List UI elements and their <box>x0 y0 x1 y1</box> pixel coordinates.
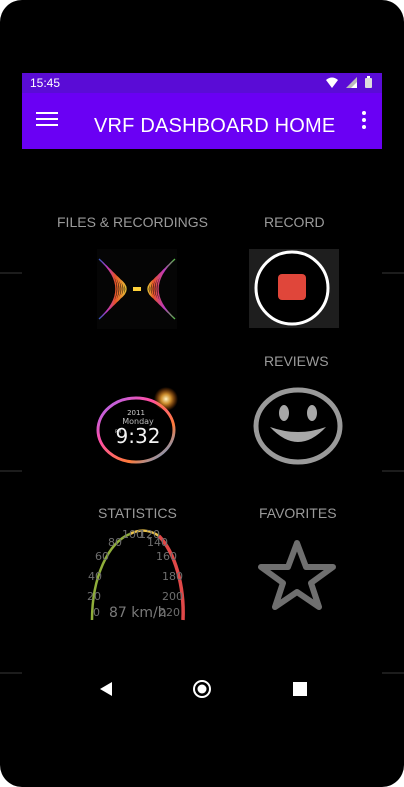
app-bar: VRF DASHBOARD HOME <box>22 93 382 149</box>
wifi-icon <box>326 77 338 88</box>
speed-tick-20: 20 <box>87 590 101 603</box>
back-icon[interactable] <box>98 681 114 697</box>
status-time: 15:45 <box>30 76 61 90</box>
clock-icon: 2011 Monday PM 9:32 <box>96 387 178 464</box>
speed-tick-0: 0 <box>93 606 100 619</box>
speedometer-icon: 0 20 40 60 80 100 120 140 160 180 200 22… <box>87 528 185 621</box>
files-recordings-label: FILES & RECORDINGS <box>57 214 208 230</box>
files-recordings-button[interactable] <box>97 249 177 329</box>
speed-tick-60: 60 <box>95 550 109 563</box>
waveform-icon <box>97 249 177 329</box>
app-screen: 15:45 VRF DASHBOARD HOME FILES & RECORDI… <box>22 73 382 740</box>
smiley-face-icon <box>253 387 343 465</box>
recents-icon[interactable] <box>293 682 307 696</box>
reviews-label: REVIEWS <box>264 353 329 369</box>
record-label: RECORD <box>264 214 325 230</box>
speed-tick-80: 80 <box>108 536 122 549</box>
speed-tick-200: 200 <box>162 590 183 603</box>
page-title: VRF DASHBOARD HOME <box>94 115 336 137</box>
speed-readout: 87 km/h <box>109 605 167 621</box>
phone-frame: 15:45 VRF DASHBOARD HOME FILES & RECORDI… <box>0 0 404 787</box>
home-icon[interactable] <box>192 679 212 699</box>
speed-tick-180: 180 <box>162 570 183 583</box>
speed-tick-40: 40 <box>88 570 102 583</box>
speed-tick-140: 140 <box>147 536 168 549</box>
clock-time: 9:32 <box>116 424 161 448</box>
statistics-button[interactable]: 0 20 40 60 80 100 120 140 160 180 200 22… <box>85 526 191 621</box>
status-bar: 15:45 <box>22 73 382 93</box>
clock-year: 2011 <box>127 409 145 417</box>
hamburger-menu-icon[interactable] <box>36 111 58 129</box>
record-button[interactable] <box>249 249 339 328</box>
reviews-button[interactable] <box>252 385 346 467</box>
favorites-label: FAVORITES <box>259 505 337 521</box>
cell-signal-icon <box>346 76 357 88</box>
statistics-label: STATISTICS <box>98 505 177 521</box>
more-vert-icon[interactable] <box>360 111 368 131</box>
system-nav-bar <box>22 663 382 713</box>
star-icon <box>258 540 336 610</box>
speed-tick-160: 160 <box>156 550 177 563</box>
record-icon <box>249 249 339 328</box>
favorites-button[interactable] <box>257 539 337 611</box>
clock-widget-button[interactable]: 2011 Monday PM 9:32 <box>92 385 182 467</box>
battery-icon <box>365 76 372 88</box>
